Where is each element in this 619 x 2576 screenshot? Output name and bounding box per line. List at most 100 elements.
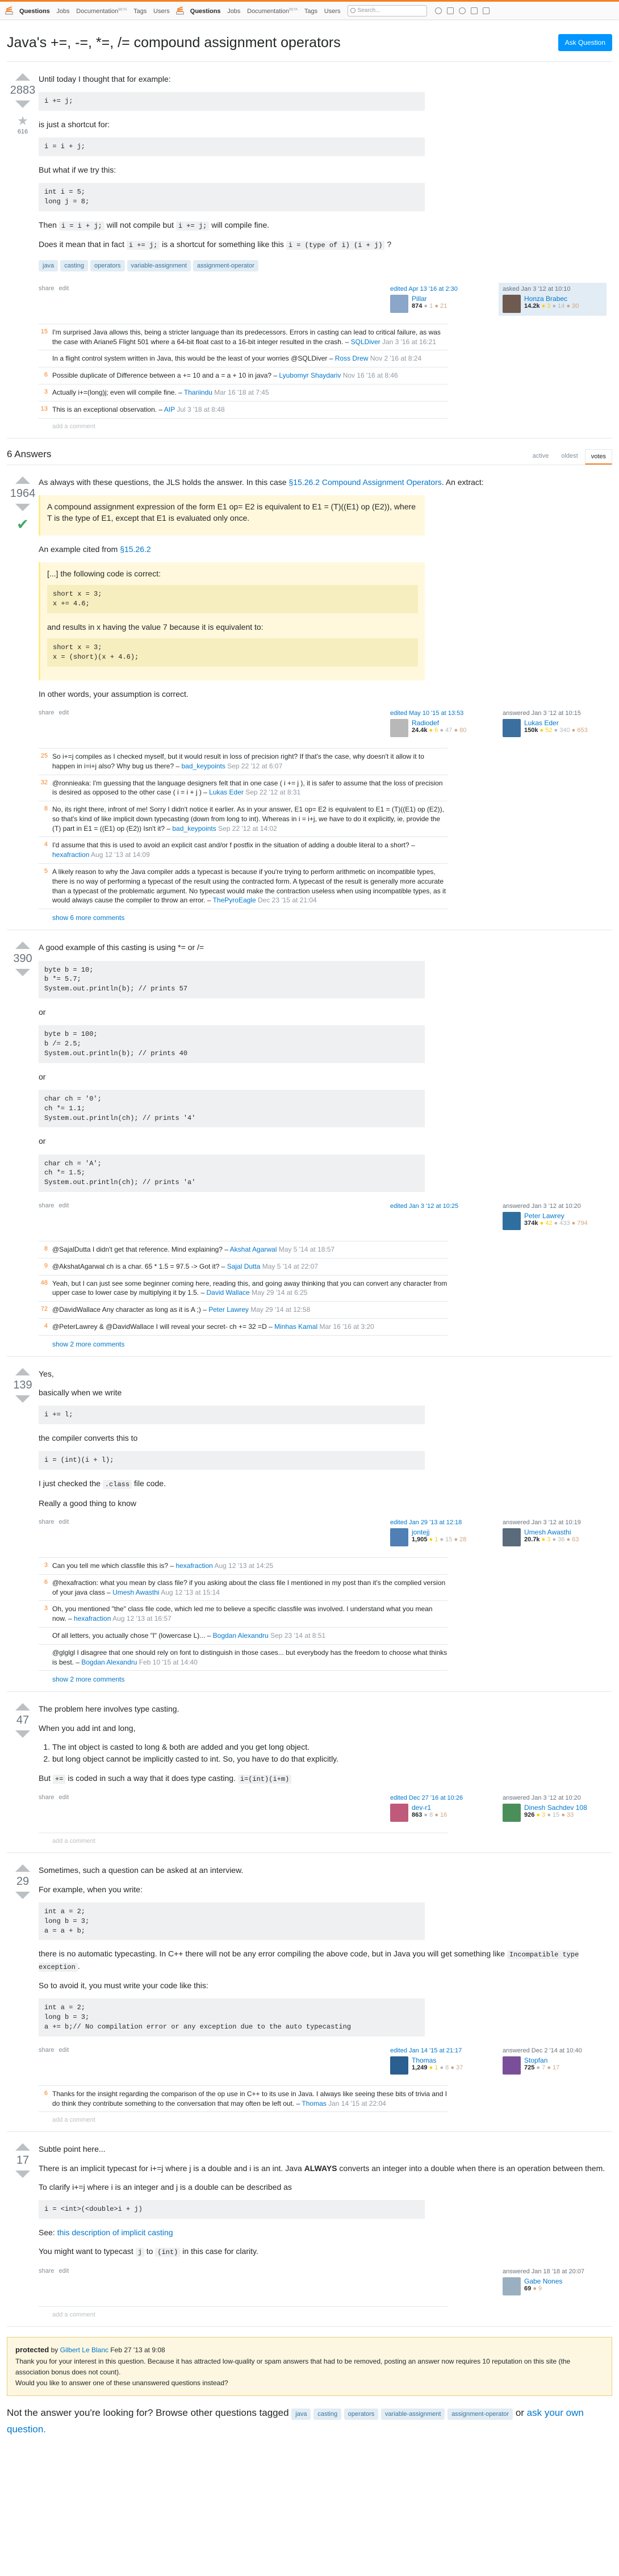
avatar[interactable] <box>390 1804 408 1822</box>
avatar[interactable] <box>503 1212 521 1231</box>
tag-operators[interactable]: operators <box>344 2408 379 2420</box>
add-comment-link[interactable]: add a comment <box>39 1833 607 1845</box>
downvote-arrow-icon[interactable] <box>15 1730 30 1738</box>
edited-time[interactable]: edited Jan 29 '13 at 12:18 <box>390 1519 490 1526</box>
edit-link[interactable]: edit <box>59 1794 69 1801</box>
comment-user[interactable]: bad_keypoints <box>182 762 225 770</box>
edited-time[interactable]: edited Apr 13 '16 at 2:30 <box>390 286 490 292</box>
show-more-comments-link[interactable]: show 2 more comments <box>39 1336 607 1348</box>
user-name[interactable]: Dinesh Sachdev 108 <box>524 1804 587 1812</box>
share-link[interactable]: share <box>39 285 55 292</box>
edited-time[interactable]: edited May 10 '15 at 13:53 <box>390 710 490 717</box>
downvote-arrow-icon[interactable] <box>15 2171 30 2178</box>
nav-users[interactable]: Users <box>153 8 170 15</box>
share-link[interactable]: share <box>39 2268 55 2274</box>
user-name[interactable]: Thomas <box>412 2056 463 2064</box>
edit-link[interactable]: edit <box>59 2268 69 2274</box>
tag-java[interactable]: java <box>39 260 58 271</box>
downvote-arrow-icon[interactable] <box>15 969 30 977</box>
nav-documentation[interactable]: DocumentationBETA <box>76 8 127 15</box>
nav-tags[interactable]: Tags <box>304 8 317 15</box>
edited-time[interactable]: edited Dec 27 '16 at 10:26 <box>390 1795 490 1801</box>
show-more-comments-link[interactable]: show 6 more comments <box>39 909 607 922</box>
comment-user[interactable]: Ross Drew <box>335 354 369 362</box>
tag-casting[interactable]: casting <box>60 260 89 271</box>
user-name[interactable]: jontejj <box>412 1528 466 1536</box>
edit-link[interactable]: edit <box>59 709 69 716</box>
upvote-arrow-icon[interactable] <box>15 1864 30 1872</box>
comment-user[interactable]: Peter Lawrey <box>208 1306 249 1314</box>
upvote-arrow-icon[interactable] <box>15 73 30 81</box>
tag-java[interactable]: java <box>291 2408 311 2420</box>
user-icon[interactable] <box>434 7 442 14</box>
user-name[interactable]: Pillar <box>412 295 447 303</box>
comment-user[interactable]: Thariindu <box>184 388 212 396</box>
tag-assignment-operator[interactable]: assignment-operator <box>193 260 258 271</box>
downvote-arrow-icon[interactable] <box>15 101 30 108</box>
nav-documentation[interactable]: DocumentationBETA <box>247 8 298 15</box>
comment-user[interactable]: hexafraction <box>52 851 89 859</box>
avatar[interactable] <box>503 2277 521 2295</box>
comment-user[interactable]: hexafraction <box>175 1562 212 1570</box>
share-link[interactable]: share <box>39 2047 55 2054</box>
tag-assignment-operator[interactable]: assignment-operator <box>447 2408 513 2420</box>
edit-link[interactable]: edit <box>59 1519 69 1525</box>
nav-jobs[interactable]: Jobs <box>56 8 69 15</box>
avatar[interactable] <box>503 2056 521 2075</box>
tag-variable-assignment[interactable]: variable-assignment <box>127 260 191 271</box>
user-name[interactable]: Stopfan <box>524 2056 559 2064</box>
upvote-arrow-icon[interactable] <box>15 1368 30 1375</box>
add-comment-link[interactable]: add a comment <box>39 2112 607 2123</box>
upvote-arrow-icon[interactable] <box>15 942 30 950</box>
comment-user[interactable]: Lukas Eder <box>209 788 244 796</box>
stackoverflow-logo-2[interactable] <box>175 6 185 15</box>
jls-link[interactable]: §15.26.2 Compound Assignment Operators <box>288 478 441 487</box>
avatar[interactable] <box>503 1804 521 1822</box>
user-name[interactable]: Radiodef <box>412 719 466 727</box>
share-link[interactable]: share <box>39 1202 55 1209</box>
share-link[interactable]: share <box>39 1519 55 1525</box>
comment-user[interactable]: Lyubomyr Shaydariv <box>279 371 341 379</box>
comment-user[interactable]: Umesh Awasthi <box>112 1588 159 1596</box>
tab-active[interactable]: active <box>527 449 555 465</box>
downvote-arrow-icon[interactable] <box>15 1892 30 1900</box>
tag-casting[interactable]: casting <box>313 2408 342 2420</box>
tab-oldest[interactable]: oldest <box>555 449 583 465</box>
favorite-star-icon[interactable]: ★ <box>17 114 28 128</box>
tab-votes[interactable]: votes <box>584 449 612 465</box>
edit-link[interactable]: edit <box>59 285 69 292</box>
add-comment-link[interactable]: add a comment <box>39 2307 607 2318</box>
upvote-arrow-icon[interactable] <box>15 1703 30 1711</box>
comment-user[interactable]: Thomas <box>302 2100 326 2107</box>
tag-variable-assignment[interactable]: variable-assignment <box>381 2408 445 2420</box>
user-name[interactable]: Gabe Nones <box>524 2277 562 2285</box>
nav-questions[interactable]: Questions <box>190 8 221 15</box>
avatar[interactable] <box>390 718 408 737</box>
comment-user[interactable]: Bogdan Alexandru <box>213 1632 269 1640</box>
question-title[interactable]: Java's +=, -=, *=, /= compound assignmen… <box>7 35 341 51</box>
comment-user[interactable]: Sajal Dutta <box>227 1262 261 1270</box>
share-link[interactable]: share <box>39 1794 55 1801</box>
show-more-comments-link[interactable]: show 2 more comments <box>39 1671 607 1683</box>
comment-user[interactable]: Minhas Kamal <box>274 1323 317 1331</box>
user-name[interactable]: Honza Brabec <box>524 295 579 303</box>
avatar[interactable] <box>503 294 521 313</box>
avatar[interactable] <box>390 2056 408 2075</box>
comment-user[interactable]: David Wallace <box>206 1289 249 1297</box>
avatar[interactable] <box>390 1528 408 1546</box>
comment-user[interactable]: ThePyroEagle <box>213 896 256 904</box>
nav-jobs[interactable]: Jobs <box>227 8 240 15</box>
stackoverflow-logo[interactable] <box>5 6 14 15</box>
user-name[interactable]: Lukas Eder <box>524 719 588 727</box>
tag-operators[interactable]: operators <box>90 260 125 271</box>
comment-user[interactable]: AIP <box>164 405 175 413</box>
nav-tags[interactable]: Tags <box>133 8 147 15</box>
inbox-icon[interactable] <box>446 7 454 14</box>
comment-user[interactable]: Akshat Agarwal <box>230 1245 277 1253</box>
share-link[interactable]: share <box>39 709 55 716</box>
nav-users[interactable]: Users <box>324 8 341 15</box>
implicit-casting-link[interactable]: this description of implicit casting <box>57 2228 173 2237</box>
help-icon[interactable] <box>470 7 478 14</box>
downvote-arrow-icon[interactable] <box>15 503 30 511</box>
user-name[interactable]: Peter Lawrey <box>524 1212 588 1220</box>
